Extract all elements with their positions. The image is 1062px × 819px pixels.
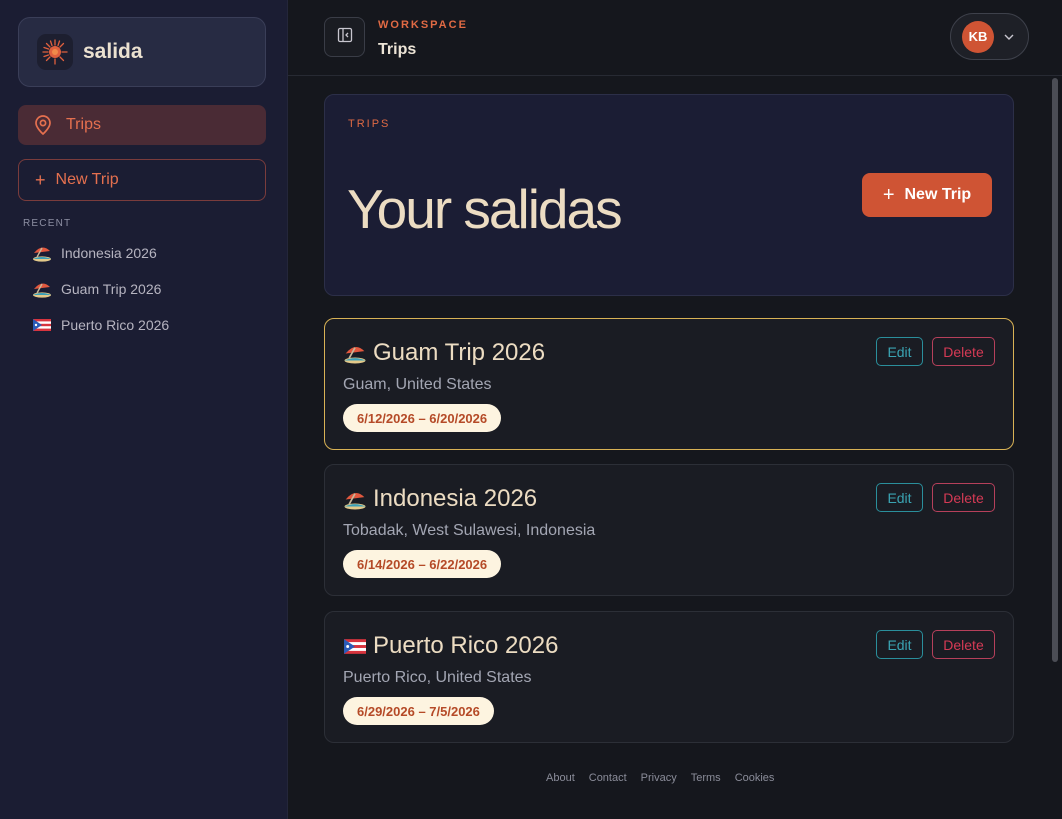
user-menu-button[interactable]: KB: [950, 13, 1029, 60]
sidebar: salida Trips + New Trip RECENT Indonesia…: [0, 0, 288, 819]
trip-dates-badge: 6/12/2026 – 6/20/2026: [343, 404, 502, 432]
recent-item-puerto-rico[interactable]: Puerto Rico 2026: [32, 315, 262, 335]
beach-umbrella-icon: [343, 489, 367, 510]
footer-link-about[interactable]: About: [546, 772, 575, 784]
trip-dates-badge: 6/14/2026 – 6/22/2026: [343, 550, 502, 578]
delete-button[interactable]: Delete: [932, 483, 995, 512]
recent-item-guam[interactable]: Guam Trip 2026: [32, 279, 262, 299]
trip-title-text: Guam Trip 2026: [373, 339, 546, 366]
trip-card-guam[interactable]: Guam Trip 2026 Guam, United States 6/12/…: [324, 318, 1014, 450]
footer-link-privacy[interactable]: Privacy: [641, 772, 677, 784]
trip-card-puerto-rico[interactable]: Puerto Rico 2026 Puerto Rico, United Sta…: [324, 611, 1014, 743]
recent-item-label: Guam Trip 2026: [61, 281, 162, 297]
beach-umbrella-icon: [343, 343, 367, 364]
puerto-rico-flag-icon: [343, 636, 367, 656]
brand[interactable]: salida: [18, 17, 266, 87]
trip-location: Puerto Rico, United States: [343, 669, 532, 686]
plus-icon: +: [882, 184, 895, 206]
new-trip-button-label: New Trip: [904, 186, 972, 203]
trip-title: Guam Trip 2026: [343, 339, 545, 367]
edit-button[interactable]: Edit: [876, 483, 923, 512]
recent-heading: RECENT: [23, 218, 72, 229]
hero-eyebrow: TRIPS: [348, 118, 391, 130]
sun-logo-icon: [37, 34, 73, 70]
trip-location: Guam, United States: [343, 376, 492, 393]
trip-title: Puerto Rico 2026: [343, 632, 558, 660]
new-trip-sidebar-button[interactable]: + New Trip: [18, 159, 266, 201]
trip-location: Tobadak, West Sulawesi, Indonesia: [343, 522, 596, 539]
trip-title-text: Puerto Rico 2026: [373, 632, 559, 659]
trip-title-text: Indonesia 2026: [373, 485, 538, 512]
hero-panel: TRIPS Your salidas + New Trip: [324, 94, 1014, 296]
footer-link-cookies[interactable]: Cookies: [735, 772, 775, 784]
delete-button[interactable]: Delete: [932, 630, 995, 659]
trip-title: Indonesia 2026: [343, 485, 537, 513]
topbar: WORKSPACE Trips KB: [288, 0, 1062, 76]
footer-link-contact[interactable]: Contact: [589, 772, 627, 784]
puerto-rico-flag-icon: [32, 317, 52, 333]
chevron-down-icon: [1004, 34, 1014, 40]
sidebar-collapse-icon: [337, 27, 353, 48]
sidebar-item-label: Trips: [66, 116, 101, 133]
breadcrumb: WORKSPACE: [378, 19, 468, 31]
plus-icon: +: [35, 170, 46, 190]
new-trip-button[interactable]: + New Trip: [862, 173, 992, 217]
edit-button[interactable]: Edit: [876, 630, 923, 659]
beach-umbrella-icon: [32, 281, 52, 298]
recent-item-label: Puerto Rico 2026: [61, 317, 170, 333]
brand-name: salida: [83, 40, 143, 63]
map-pin-icon: [34, 115, 52, 135]
footer: About Contact Privacy Terms Cookies: [546, 772, 774, 784]
trip-card-indonesia[interactable]: Indonesia 2026 Tobadak, West Sulawesi, I…: [324, 464, 1014, 596]
trip-dates-badge: 6/29/2026 – 7/5/2026: [343, 697, 494, 725]
recent-item-indonesia[interactable]: Indonesia 2026: [32, 243, 262, 263]
edit-button[interactable]: Edit: [876, 337, 923, 366]
recent-item-label: Indonesia 2026: [61, 245, 157, 261]
delete-button[interactable]: Delete: [932, 337, 995, 366]
sidebar-toggle-button[interactable]: [324, 17, 365, 57]
footer-link-terms[interactable]: Terms: [691, 772, 721, 784]
avatar: KB: [962, 20, 994, 53]
page-title: Trips: [378, 41, 417, 58]
sidebar-item-trips[interactable]: Trips: [18, 105, 266, 145]
recent-list: Indonesia 2026 Guam Trip 2026 Puerto Ric…: [32, 243, 262, 351]
new-trip-label: New Trip: [55, 171, 119, 188]
hero-title: Your salidas: [347, 178, 623, 240]
scrollbar[interactable]: [1052, 78, 1058, 662]
beach-umbrella-icon: [32, 245, 52, 262]
